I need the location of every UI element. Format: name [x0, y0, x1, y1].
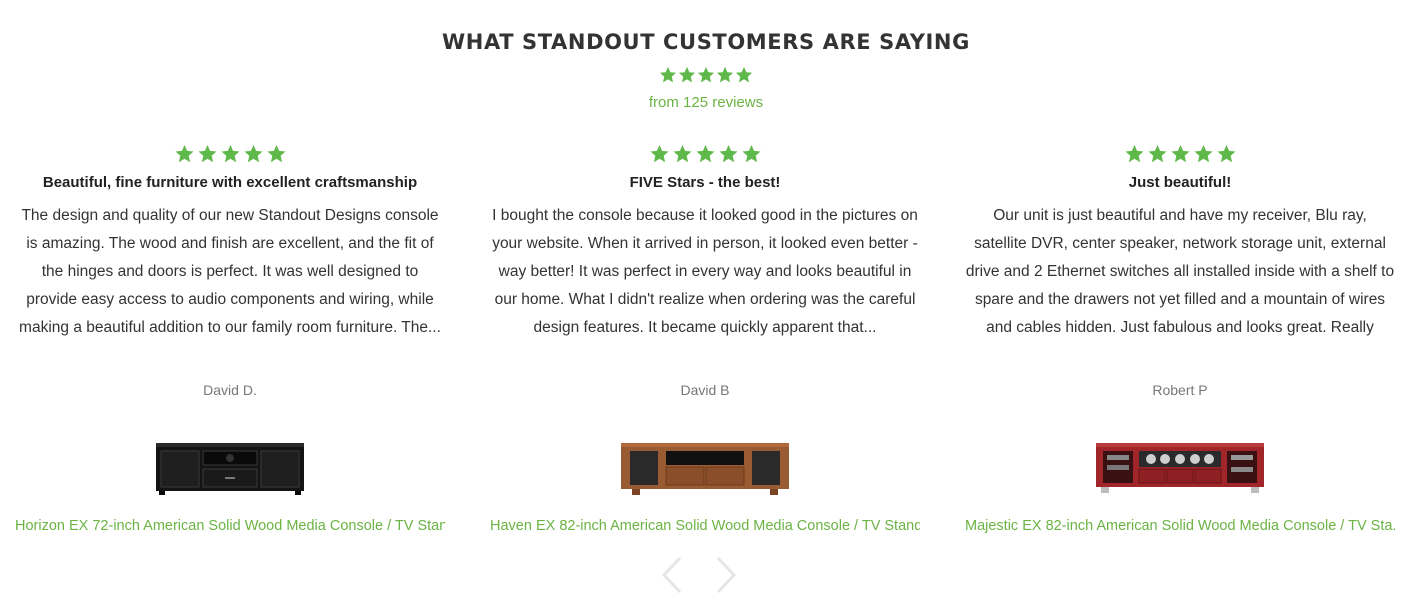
- star-icon: [719, 145, 737, 163]
- review-author: David B: [680, 382, 730, 398]
- star-icon: [1217, 145, 1235, 163]
- product-link[interactable]: Haven EX 82-inch American Solid Wood Med…: [490, 518, 920, 534]
- review-card: Just beautiful! Our unit is just beautif…: [965, 144, 1395, 534]
- section-title: WHAT STANDOUT CUSTOMERS ARE SAYING: [442, 30, 970, 54]
- star-icon: [1171, 145, 1189, 163]
- star-icon: [673, 145, 691, 163]
- star-icon: [1125, 145, 1143, 163]
- chevron-right-icon: [716, 556, 737, 594]
- product-image[interactable]: [1095, 436, 1265, 502]
- star-icon: [697, 66, 715, 83]
- product-link[interactable]: Majestic EX 82-inch American Solid Wood …: [965, 518, 1395, 534]
- review-body: Our unit is just beautiful and have my r…: [965, 207, 1395, 336]
- star-icon: [659, 66, 677, 83]
- review-star-rating: [173, 144, 288, 169]
- review-author: David D.: [203, 382, 257, 398]
- product-image[interactable]: [155, 436, 305, 502]
- review-star-rating: [1123, 144, 1238, 169]
- chevron-left-icon: [661, 556, 682, 594]
- review-card: FIVE Stars - the best! I bought the cons…: [490, 144, 920, 534]
- star-icon: [1148, 145, 1166, 163]
- star-icon: [221, 145, 239, 163]
- review-title: Just beautiful!: [1128, 174, 1232, 191]
- product-link[interactable]: Horizon EX 72-inch American Solid Wood M…: [15, 518, 445, 534]
- review-star-rating: [648, 144, 763, 169]
- overall-star-rating: [659, 66, 754, 89]
- review-title: FIVE Stars - the best!: [629, 174, 781, 191]
- star-icon: [696, 145, 714, 163]
- star-icon: [742, 145, 760, 163]
- review-count-link[interactable]: from 125 reviews: [0, 94, 1412, 111]
- review-card: Beautiful, fine furniture with excellent…: [15, 144, 445, 534]
- star-icon: [244, 145, 262, 163]
- star-icon: [735, 66, 753, 83]
- star-icon: [678, 66, 696, 83]
- review-author: Robert P: [1152, 382, 1208, 398]
- product-image[interactable]: [620, 436, 790, 502]
- star-icon: [175, 145, 193, 163]
- star-icon: [198, 145, 216, 163]
- review-body: I bought the console because it looked g…: [492, 207, 918, 336]
- review-title: Beautiful, fine furniture with excellent…: [42, 174, 418, 191]
- overall-rating: [0, 66, 1412, 89]
- review-body: The design and quality of our new Stando…: [19, 207, 441, 336]
- carousel-prev-button[interactable]: [660, 556, 684, 594]
- carousel-next-button[interactable]: [714, 556, 738, 594]
- star-icon: [650, 145, 668, 163]
- star-icon: [716, 66, 734, 83]
- star-icon: [1194, 145, 1212, 163]
- star-icon: [267, 145, 285, 163]
